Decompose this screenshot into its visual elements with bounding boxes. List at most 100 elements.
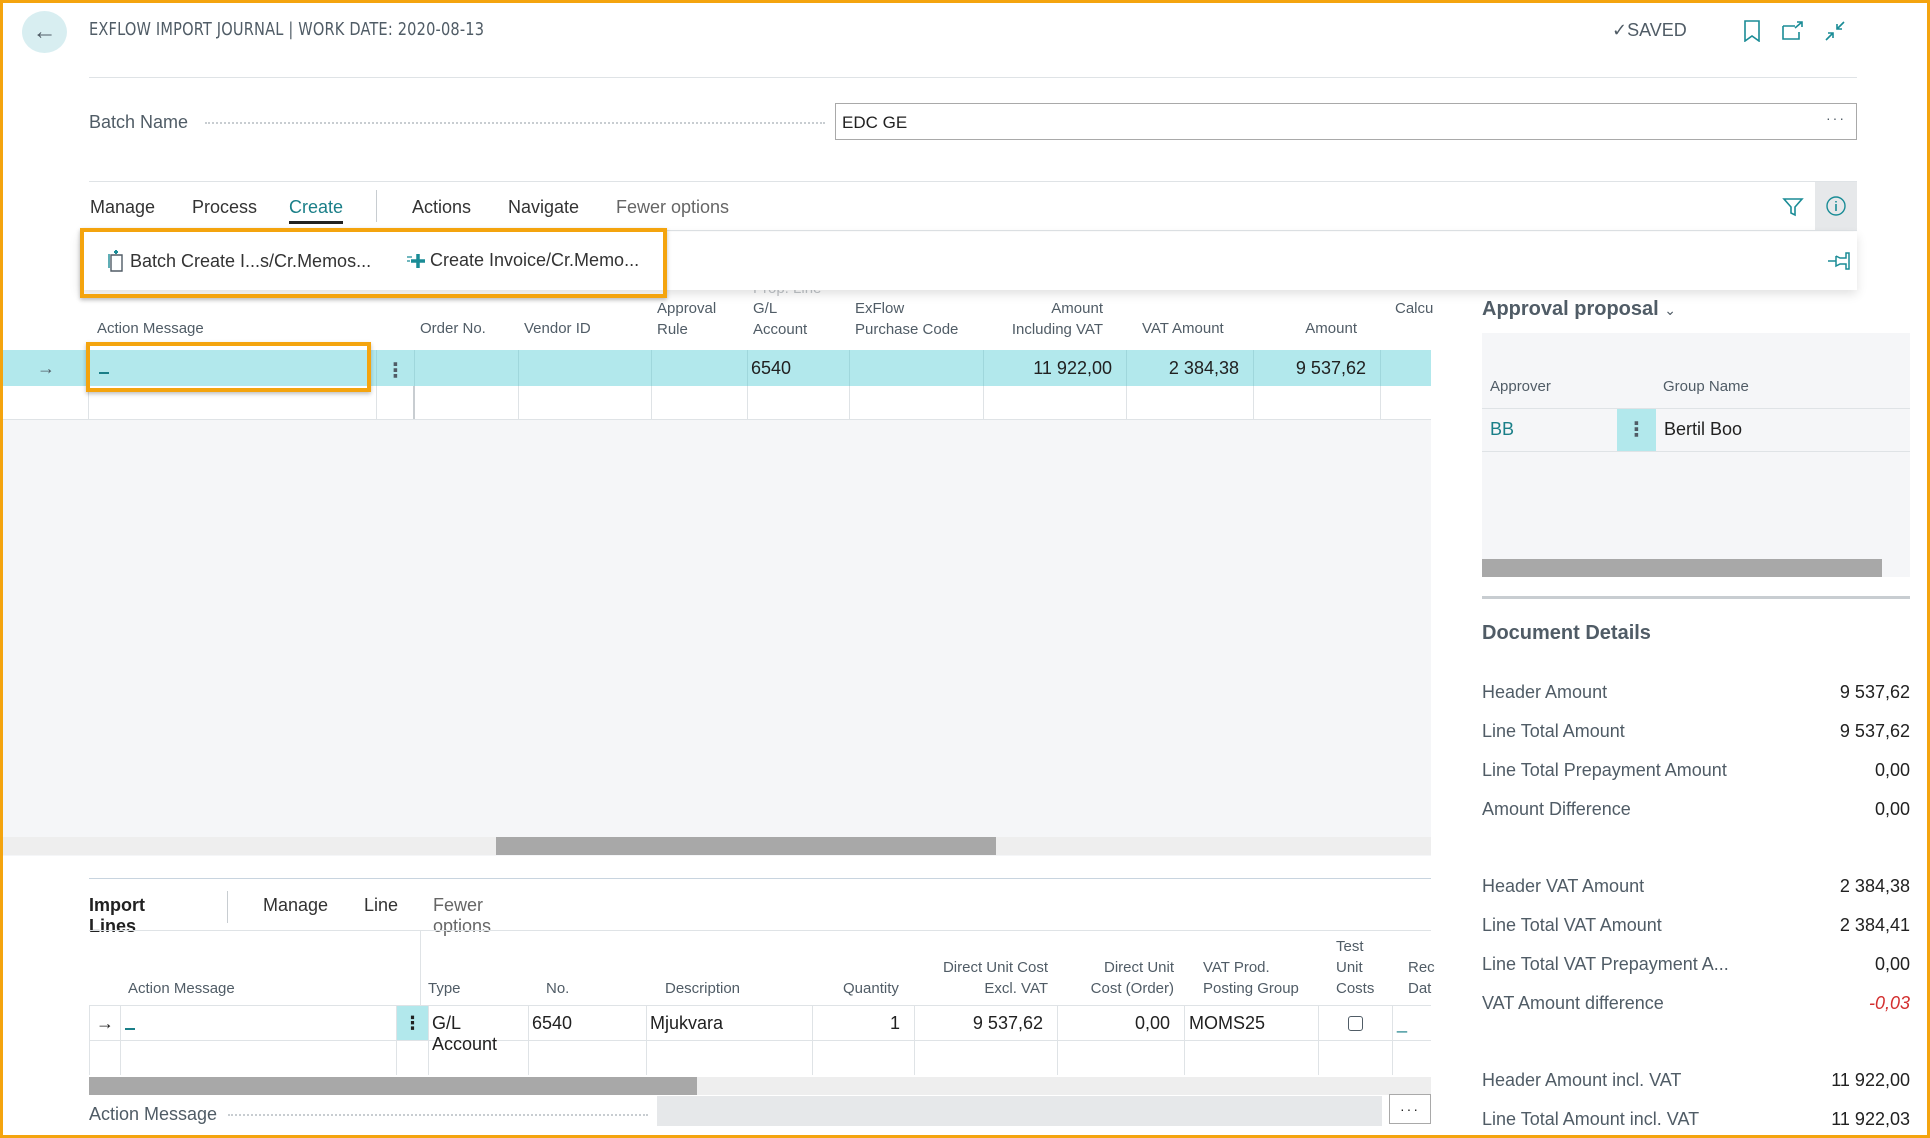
cell-approval-rule[interactable] [652, 350, 748, 386]
cell-gl-account[interactable]: 6540 [748, 350, 850, 386]
batch-name-field[interactable]: EDC GE ··· [835, 103, 1857, 140]
empty-cell[interactable] [121, 1041, 397, 1075]
action-actions[interactable]: Actions [412, 197, 471, 218]
lookup-ellipsis-button[interactable]: ··· [1826, 110, 1846, 126]
il-cell-description[interactable]: Mjukvara [647, 1006, 813, 1040]
empty-cell [397, 1041, 429, 1075]
empty-cell[interactable] [415, 386, 519, 419]
il-cell-action-message[interactable] [121, 1006, 397, 1040]
il-cell-test-unit-costs[interactable] [1319, 1006, 1393, 1040]
il-col-action-message[interactable]: Action Message [128, 978, 235, 999]
detail-header-amount: Header Amount 9 537,62 [1482, 682, 1910, 702]
il-col-test-unit-costs[interactable]: Test Unit Costs [1336, 936, 1374, 999]
empty-cell[interactable] [647, 1041, 813, 1075]
back-button[interactable]: ← [22, 11, 67, 53]
action-message-ellipsis-button[interactable]: ··· [1389, 1094, 1431, 1124]
action-message-footer-field[interactable] [657, 1096, 1382, 1126]
action-fewer-options[interactable]: Fewer options [616, 197, 729, 218]
col-vendor-id[interactable]: Vendor ID [524, 318, 591, 339]
empty-cell[interactable] [429, 1041, 529, 1075]
empty-cell[interactable] [748, 386, 850, 419]
import-line-row[interactable]: → ⋮ G/L Account 6540 Mjukvara 1 9 537,62… [89, 1005, 1431, 1054]
col-exflow-purchase-code[interactable]: ExFlow Purchase Code [855, 298, 958, 340]
il-col-vat-prod-posting-group[interactable]: VAT Prod. Posting Group [1203, 957, 1299, 999]
il-row-menu-kebab[interactable]: ⋮ [397, 1006, 429, 1040]
info-factbox-toggle[interactable] [1815, 182, 1857, 230]
empty-cell[interactable] [984, 386, 1127, 419]
bookmark-icon[interactable] [1739, 18, 1765, 44]
il-col-receipt-date[interactable]: Rec Dat [1408, 957, 1435, 999]
col-approval-rule[interactable]: Approval Rule [657, 298, 716, 340]
il-col-description[interactable]: Description [665, 978, 740, 999]
il-cell-vat-prod-posting-group[interactable]: MOMS25 [1185, 1006, 1319, 1040]
test-unit-costs-checkbox[interactable] [1348, 1016, 1363, 1031]
il-cell-direct-unit-cost-excl-vat[interactable]: 9 537,62 [915, 1006, 1058, 1040]
empty-cell[interactable] [1319, 1041, 1393, 1075]
empty-cell[interactable] [850, 386, 984, 419]
import-line-row-empty[interactable] [89, 1041, 1431, 1075]
main-grid-hscroll-thumb[interactable] [496, 837, 996, 855]
empty-cell[interactable] [1254, 386, 1381, 419]
empty-cell[interactable] [529, 1041, 647, 1075]
detail-line-total-vat-amount: Line Total VAT Amount 2 384,41 [1482, 915, 1910, 935]
empty-cell[interactable] [915, 1041, 1058, 1075]
il-col-type[interactable]: Type [428, 978, 461, 999]
il-cell-quantity[interactable]: 1 [813, 1006, 915, 1040]
empty-cell[interactable] [1127, 386, 1254, 419]
col-gl-account[interactable]: G/L Account [753, 298, 807, 340]
action-manage[interactable]: Manage [90, 197, 155, 218]
il-cell-direct-unit-cost-order[interactable]: 0,00 [1058, 1006, 1185, 1040]
approval-proposal-title[interactable]: Approval proposal ⌄ [1482, 298, 1676, 321]
import-lines-line[interactable]: Line [364, 895, 398, 916]
action-navigate[interactable]: Navigate [508, 197, 579, 218]
col-group-name[interactable]: Group Name [1663, 378, 1749, 395]
empty-cell[interactable] [813, 1041, 915, 1075]
il-col-direct-unit-cost-order[interactable]: Direct Unit Cost (Order) [1060, 957, 1174, 999]
import-lines-hscroll-thumb[interactable] [89, 1077, 697, 1095]
approval-hscroll-thumb[interactable] [1482, 559, 1882, 577]
empty-cell[interactable] [652, 386, 748, 419]
col-amount[interactable]: Amount [1260, 318, 1357, 339]
cell-amount-incl-vat[interactable]: 11 922,00 [984, 350, 1127, 386]
cell-cursor [125, 1028, 135, 1030]
cell-amount[interactable]: 9 537,62 [1254, 350, 1381, 386]
col-vat-amount[interactable]: VAT Amount [1142, 318, 1224, 339]
col-action-message[interactable]: Action Message [97, 318, 204, 339]
col-calculated[interactable]: Calcu [1395, 298, 1433, 319]
field-leader-dots [228, 1114, 648, 1116]
saved-status: ✓SAVED [1612, 20, 1687, 40]
row-menu-kebab[interactable]: ⋮ [377, 350, 415, 386]
header-divider [89, 77, 1857, 78]
pin-icon[interactable] [1827, 252, 1851, 275]
filter-icon[interactable] [1778, 193, 1808, 221]
cell-vat-amount[interactable]: 2 384,38 [1127, 350, 1254, 386]
empty-cell[interactable] [1185, 1041, 1319, 1075]
il-col-direct-unit-cost-excl-vat[interactable]: Direct Unit Cost Excl. VAT [925, 957, 1048, 999]
detail-header-amount-incl-vat: Header Amount incl. VAT 11 922,00 [1482, 1070, 1910, 1090]
il-cell-type[interactable]: G/L Account [429, 1006, 529, 1054]
cell-vendor-id[interactable] [519, 350, 652, 386]
il-col-quantity[interactable]: Quantity [843, 978, 899, 999]
import-lines-manage[interactable]: Manage [263, 895, 328, 916]
col-amount-including-vat[interactable]: Amount Including VAT [990, 298, 1103, 340]
col-approver[interactable]: Approver [1490, 378, 1551, 395]
il-cell-no[interactable]: 6540 [529, 1006, 647, 1040]
action-create[interactable]: Create [289, 197, 344, 224]
action-bar: Manage Process Create Actions Navigate F… [89, 181, 1857, 231]
approval-row[interactable]: BB ⋮ Bertil Boo [1482, 408, 1910, 452]
il-cell-rec-date[interactable]: _ [1393, 1006, 1431, 1040]
checkmark-icon: ✓ [1612, 20, 1628, 40]
open-new-window-icon[interactable] [1780, 18, 1806, 44]
col-order-no[interactable]: Order No. [420, 318, 486, 339]
cell-exflow-code[interactable] [850, 350, 984, 386]
empty-cell [3, 386, 89, 419]
chevron-down-icon: ⌄ [1664, 302, 1676, 318]
approval-row-menu-kebab[interactable]: ⋮ [1617, 409, 1656, 451]
approver-link[interactable]: BB [1490, 419, 1514, 440]
il-col-no[interactable]: No. [546, 978, 569, 999]
cell-order-no[interactable] [415, 350, 519, 386]
action-process[interactable]: Process [192, 197, 257, 218]
empty-cell[interactable] [519, 386, 652, 419]
collapse-icon[interactable] [1822, 18, 1848, 44]
empty-cell[interactable] [1058, 1041, 1185, 1075]
